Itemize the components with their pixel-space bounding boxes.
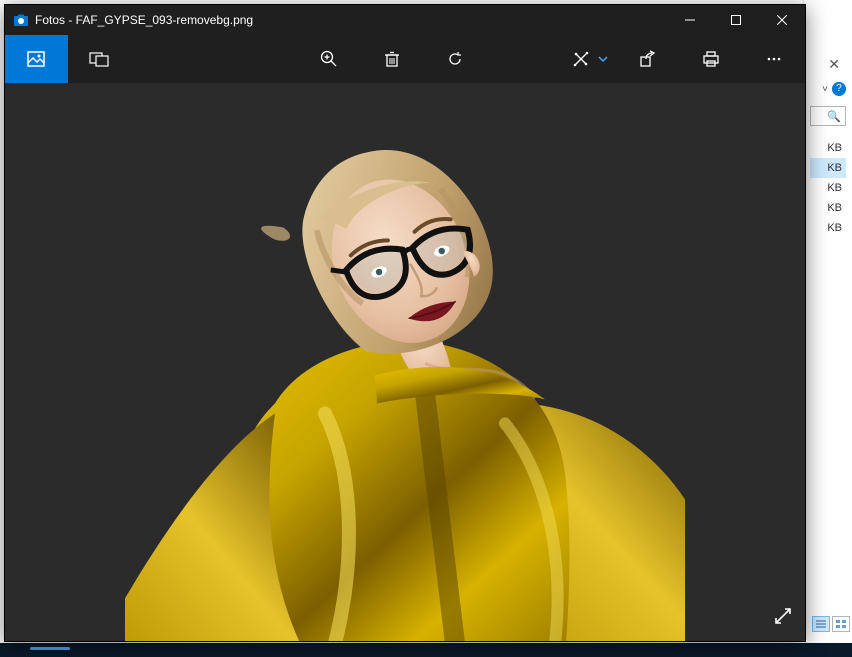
edit-icon [571, 49, 591, 69]
search-input[interactable]: 🔍 [810, 106, 846, 126]
search-icon: 🔍 [827, 110, 841, 123]
minimize-button[interactable] [667, 5, 713, 35]
list-item[interactable]: KB [810, 218, 846, 238]
rotate-button[interactable] [424, 35, 487, 83]
share-button[interactable] [616, 35, 679, 83]
maximize-button[interactable] [713, 5, 759, 35]
taskbar [0, 643, 852, 657]
photos-app-window: Fotos - FAF_GYPSE_093-removebg.png [4, 4, 806, 642]
help-icon[interactable]: ? [832, 82, 846, 96]
view-mode-bar [812, 616, 850, 632]
fullscreen-button[interactable] [773, 606, 793, 629]
chevron-down-icon[interactable]: ˅ [822, 84, 828, 95]
taskbar-active-indicator [30, 647, 70, 650]
toolbar-spacer [131, 35, 298, 83]
photo-icon [26, 49, 46, 69]
more-icon [764, 49, 784, 69]
explorer-panel-fragment: ✕ ˅ ? 🔍 KB KB KB KB KB [803, 0, 852, 640]
trash-icon [382, 49, 402, 69]
list-item[interactable]: KB [810, 138, 846, 158]
compare-tab[interactable] [68, 35, 131, 83]
zoom-icon [319, 49, 339, 69]
window-controls [667, 5, 805, 35]
fullscreen-icon [773, 615, 793, 629]
chevron-down-icon [598, 54, 608, 64]
view-image-tab[interactable] [5, 35, 68, 83]
app-icon [13, 12, 29, 28]
print-button[interactable] [679, 35, 742, 83]
thumbs-view-button[interactable] [832, 616, 850, 632]
image-canvas[interactable] [5, 83, 805, 641]
compare-icon [89, 49, 109, 69]
print-icon [701, 49, 721, 69]
edit-button[interactable] [546, 35, 617, 83]
details-view-button[interactable] [812, 616, 830, 632]
delete-button[interactable] [361, 35, 424, 83]
more-button[interactable] [742, 35, 805, 83]
window-title: Fotos - FAF_GYPSE_093-removebg.png [35, 13, 253, 27]
title-bar[interactable]: Fotos - FAF_GYPSE_093-removebg.png [5, 5, 805, 35]
toolbar-spacer [487, 35, 546, 83]
close-icon: ✕ [828, 56, 840, 72]
rotate-icon [445, 49, 465, 69]
list-item[interactable]: KB [810, 158, 846, 178]
image-content [125, 93, 685, 641]
file-list: KB KB KB KB KB [810, 138, 846, 238]
zoom-button[interactable] [298, 35, 361, 83]
explorer-close-button[interactable]: ✕ [828, 56, 840, 73]
list-item[interactable]: KB [810, 178, 846, 198]
list-item[interactable]: KB [810, 198, 846, 218]
toolbar [5, 35, 805, 83]
share-icon [638, 49, 658, 69]
close-button[interactable] [759, 5, 805, 35]
